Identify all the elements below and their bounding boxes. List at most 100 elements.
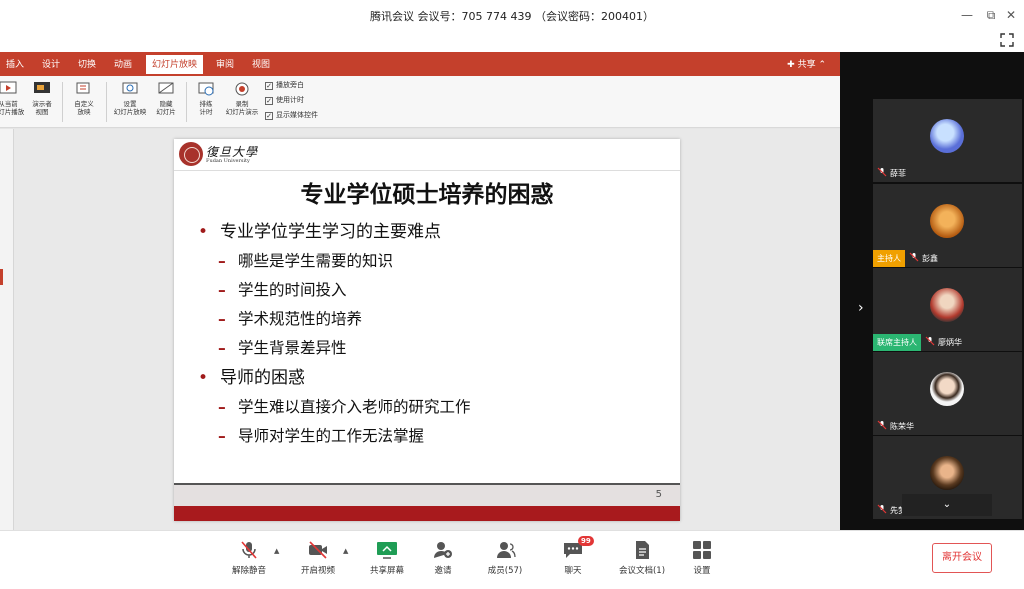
- sub-bullet-dash: –: [218, 339, 226, 357]
- ribbon-label: 录制: [235, 100, 249, 108]
- sub-bullet-text: 学生的时间投入: [238, 281, 347, 299]
- minimize-button[interactable]: —: [958, 6, 976, 24]
- checkbox-use-timing[interactable]: ✓ 使用计时: [265, 95, 304, 105]
- audio-options-caret-icon[interactable]: ▲: [274, 547, 279, 555]
- window-title: 腾讯会议 会议号：705 774 439 （会议密码：200401）: [370, 10, 654, 23]
- ribbon-label: 从当前: [0, 100, 18, 108]
- scroll-down-button[interactable]: ⌄: [902, 494, 992, 516]
- setup-show-icon: [122, 82, 138, 94]
- leave-meeting-button[interactable]: 离开会议: [932, 543, 992, 573]
- ribbon-label: 隐藏: [159, 100, 173, 108]
- play-current-icon: [0, 81, 17, 94]
- toolbar-label: 设置: [693, 566, 711, 576]
- avatar: [930, 456, 964, 490]
- ribbon-record-show-button[interactable]: 录制 幻灯片演示: [222, 80, 262, 116]
- ribbon-label: 幻灯片: [156, 108, 176, 116]
- ribbon-custom-show-button[interactable]: 自定义 放映: [64, 80, 104, 116]
- ribbon-rehearse-timing-button[interactable]: 排练 计时: [186, 80, 226, 116]
- restore-button[interactable]: ⧉: [982, 6, 1000, 24]
- close-button[interactable]: ✕: [1002, 6, 1020, 24]
- checkbox-media-controls[interactable]: ✓ 显示媒体控件: [265, 110, 318, 120]
- participant-name: 彭鑫: [922, 254, 938, 263]
- document-icon: [636, 541, 649, 559]
- share-screen-icon: [377, 542, 397, 559]
- ribbon-label: 幻灯片放映: [113, 108, 147, 116]
- ribbon-tab-bar: 插入 设计 切换 动画 幻灯片放映 审阅 视图 ✚ 共享 ⌃: [0, 52, 840, 76]
- members-button[interactable]: 成员(57): [475, 540, 535, 576]
- toolbar-label: 邀请: [434, 566, 452, 576]
- tab-slideshow[interactable]: 幻灯片放映: [146, 55, 204, 74]
- video-tile[interactable]: 联席主持人 廖炳华: [873, 268, 1022, 351]
- share-button[interactable]: ✚ 共享 ⌃: [787, 57, 826, 70]
- tab-transitions[interactable]: 切换: [78, 57, 96, 70]
- tab-review[interactable]: 审阅: [216, 57, 234, 70]
- meeting-docs-button[interactable]: 会议文档(1): [612, 540, 672, 576]
- meeting-toolbar: 解除静音 ▲ 开启视频 ▲ 共享屏幕 邀请 成员(57) 99 聊天 会议文档(…: [0, 530, 1024, 589]
- presenter-view-icon: [34, 82, 50, 93]
- avatar: [930, 372, 964, 406]
- chat-unread-badge: 99: [578, 536, 594, 546]
- slide-title: 专业学位硕士培养的困惑: [300, 182, 554, 208]
- video-off-icon: [309, 541, 327, 559]
- ribbon-divider: [62, 82, 63, 122]
- toolbar-label: 共享屏幕: [369, 566, 404, 576]
- ribbon-setup-show-button[interactable]: 设置 幻灯片放映: [110, 80, 150, 116]
- slide-footer-band: [174, 506, 680, 521]
- expand-panel-button[interactable]: ›: [858, 300, 864, 316]
- tab-insert[interactable]: 插入: [6, 57, 24, 70]
- ribbon-label: 放映: [77, 108, 91, 116]
- slide-thumbnail-strip[interactable]: [0, 129, 14, 530]
- share-screen-button[interactable]: 共享屏幕: [357, 540, 417, 576]
- ribbon: 从当前 幻灯片播放 演示者 视图 自定义 放映 设置 幻灯片放映: [0, 76, 840, 128]
- sub-bullet-dash: –: [218, 310, 226, 328]
- bullet-item: • 导师的困惑: [198, 363, 668, 393]
- tab-view[interactable]: 视图: [252, 57, 270, 70]
- tab-design[interactable]: 设计: [42, 57, 60, 70]
- toolbar-label: 解除静音: [231, 566, 266, 576]
- ribbon-divider: [106, 82, 107, 122]
- custom-show-icon: [76, 82, 90, 94]
- slide-page-number: 5: [655, 489, 662, 500]
- participant-name-bar: 主持人 彭鑫: [873, 250, 1022, 267]
- sub-bullet-dash: –: [218, 398, 226, 416]
- fullscreen-icon[interactable]: [1000, 33, 1014, 47]
- chat-button[interactable]: 99 聊天: [543, 536, 603, 576]
- checkbox-check-icon: ✓: [265, 112, 273, 120]
- ribbon-presenter-view-button[interactable]: 演示者 视图: [22, 80, 62, 116]
- slide-canvas: 復旦大學 Fudan University 专业学位硕士培养的困惑 • 专业学位学…: [174, 139, 680, 521]
- meeting-window: 腾讯会议 会议号：705 774 439 （会议密码：200401） — ⧉ ✕…: [0, 0, 1024, 589]
- video-tile[interactable]: 薛菲: [873, 99, 1022, 182]
- unmute-button[interactable]: 解除静音: [219, 540, 279, 576]
- slide-header: 復旦大學 Fudan University: [174, 139, 680, 171]
- participant-name-bar: 陈荣华: [873, 418, 1022, 435]
- slide-footer: [174, 485, 680, 506]
- video-tile[interactable]: 主持人 彭鑫: [873, 184, 1022, 267]
- bullet-dot: •: [198, 368, 209, 388]
- avatar: [930, 204, 964, 238]
- bullet-dot: •: [198, 222, 209, 242]
- mic-muted-icon: [877, 420, 887, 430]
- start-video-button[interactable]: 开启视频: [288, 540, 348, 576]
- toolbar-label: 会议文档(1): [618, 566, 666, 576]
- mic-muted-icon: [925, 336, 935, 346]
- tab-animations[interactable]: 动画: [114, 57, 132, 70]
- ribbon-label: 视图: [35, 108, 49, 116]
- bullet-item: • 专业学位学生学习的主要难点: [198, 217, 668, 247]
- checkbox-check-icon: ✓: [265, 82, 273, 90]
- settings-button[interactable]: 设置: [672, 540, 732, 576]
- video-tile[interactable]: 陈荣华: [873, 352, 1022, 435]
- mic-muted-icon: [877, 504, 887, 514]
- ribbon-hide-slide-button[interactable]: 隐藏 幻灯片: [146, 80, 186, 116]
- video-options-caret-icon[interactable]: ▲: [343, 547, 348, 555]
- rehearse-timing-icon: [198, 82, 214, 96]
- hide-slide-icon: [158, 82, 174, 94]
- bullet-text: 专业学位学生学习的主要难点: [220, 222, 441, 242]
- invite-button[interactable]: 邀请: [413, 540, 473, 576]
- sub-bullet-item: – 学生难以直接介入老师的研究工作: [198, 393, 668, 422]
- collapse-ribbon-icon[interactable]: ⌃: [816, 60, 826, 70]
- university-seal-icon: [179, 142, 203, 166]
- checkbox-label: 播放旁白: [276, 81, 304, 89]
- ribbon-label: 幻灯片播放: [0, 108, 25, 116]
- checkbox-narration[interactable]: ✓ 播放旁白: [265, 80, 304, 90]
- sub-bullet-text: 学生难以直接介入老师的研究工作: [238, 398, 471, 416]
